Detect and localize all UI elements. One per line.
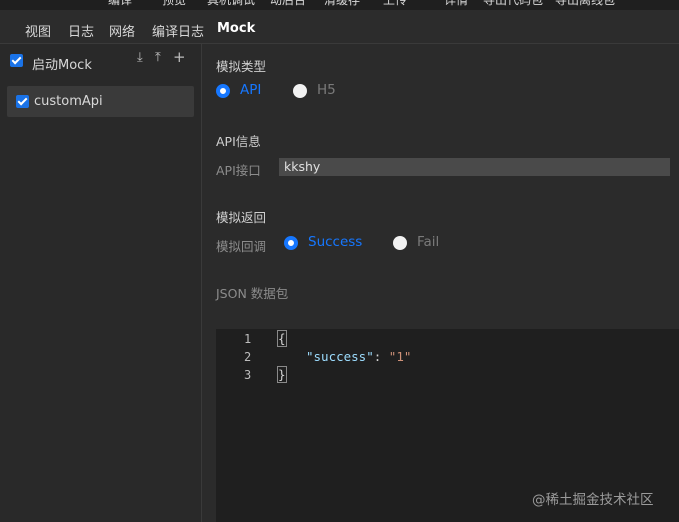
tab-network[interactable]: 网络 — [109, 21, 135, 40]
devtools-tabs: 视图 日志 网络 编译日志 Mock — [0, 10, 679, 44]
tab-compile-log[interactable]: 编译日志 — [152, 21, 204, 40]
watermark: @稀土掘金技术社区 — [532, 492, 654, 508]
json-key: "success" — [306, 349, 374, 364]
menu-clear-cache[interactable]: 清缓存 — [324, 0, 360, 8]
mock-callback-label: 模拟回调 — [216, 239, 267, 254]
mock-config-panel: 模拟类型 API H5 API信息 API接口 kkshy 模拟返回 模拟回调 … — [202, 44, 679, 522]
api-endpoint-label: API接口 — [216, 163, 261, 178]
upload-icon[interactable]: ⤒ — [155, 50, 161, 65]
mock-type-title: 模拟类型 — [216, 59, 267, 74]
top-menu-bar: 编译 预览 真机调试 动后台 清缓存 上传 详情 导出代码包 导出离线包 — [0, 0, 679, 10]
line-number: 3 — [244, 368, 252, 382]
json-colon: : — [373, 349, 389, 364]
list-item-customapi[interactable]: customApi — [7, 86, 194, 117]
line-number: 1 — [244, 332, 252, 346]
mock-return-title: 模拟返回 — [216, 210, 267, 225]
json-value: "1" — [388, 349, 412, 364]
menu-compile[interactable]: 编译 — [108, 0, 132, 8]
radio-api-label[interactable]: API — [240, 82, 261, 98]
line-number: 2 — [244, 350, 252, 364]
enable-mock-checkbox[interactable] — [10, 54, 23, 67]
radio-api[interactable] — [216, 84, 230, 98]
menu-backend[interactable]: 动后台 — [270, 0, 306, 8]
api-endpoint-input[interactable]: kkshy — [279, 158, 670, 176]
plus-icon[interactable]: + — [173, 48, 186, 66]
radio-h5-label[interactable]: H5 — [317, 82, 336, 98]
close-brace: } — [277, 366, 287, 383]
open-brace: { — [277, 330, 287, 347]
customapi-checkbox[interactable] — [16, 95, 29, 108]
menu-preview[interactable]: 预览 — [162, 0, 186, 8]
tab-view[interactable]: 视图 — [25, 21, 51, 40]
menu-export-code[interactable]: 导出代码包 — [483, 0, 543, 8]
tab-mock[interactable]: Mock — [217, 21, 255, 36]
tab-log[interactable]: 日志 — [68, 21, 94, 40]
api-info-title: API信息 — [216, 134, 261, 149]
code-line-2: "success": "1" — [306, 349, 411, 364]
json-package-label: JSON 数据包 — [216, 286, 289, 301]
radio-fail[interactable] — [393, 236, 407, 250]
list-item-label: customApi — [34, 94, 103, 109]
radio-fail-label[interactable]: Fail — [417, 234, 439, 250]
mock-sidebar: 启动Mock ⤓ ⤒ + customApi — [0, 44, 202, 522]
download-icon[interactable]: ⤓ — [137, 50, 143, 65]
menu-export-offline[interactable]: 导出离线包 — [555, 0, 615, 8]
menu-device-debug[interactable]: 真机调试 — [207, 0, 255, 8]
radio-success[interactable] — [284, 236, 298, 250]
menu-details[interactable]: 详情 — [444, 0, 468, 8]
enable-mock-label: 启动Mock — [32, 58, 92, 73]
radio-h5[interactable] — [293, 84, 307, 98]
radio-success-label[interactable]: Success — [308, 234, 362, 250]
menu-upload[interactable]: 上传 — [383, 0, 407, 8]
